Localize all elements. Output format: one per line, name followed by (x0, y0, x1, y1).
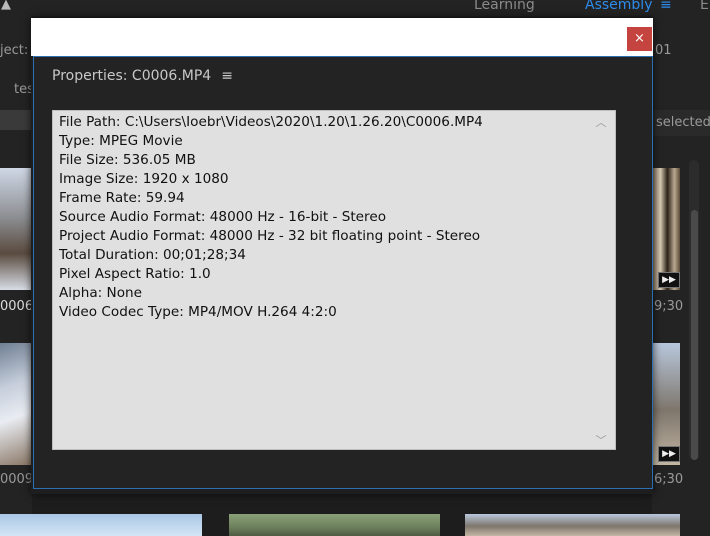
properties-dialog: × Properties: C0006.MP4 ≡ File Path: C:\… (31, 18, 653, 494)
property-video-codec: Video Codec Type: MP4/MOV H.264 4:2:0 (59, 304, 337, 320)
property-source-audio: Source Audio Format: 48000 Hz - 16-bit -… (59, 209, 387, 225)
clip-thumbnail[interactable] (0, 168, 32, 290)
property-alpha: Alpha: None (59, 285, 143, 301)
clip-duration: 9;30 (654, 299, 684, 314)
property-file-size: File Size: 536.05 MB (59, 152, 196, 168)
scroll-down-icon[interactable]: ﹀ (594, 432, 608, 447)
properties-list: File Path: C:\Users\Ioebr\Videos\2020\1.… (59, 113, 589, 322)
clip-thumbnail[interactable] (0, 343, 32, 465)
panel-header: Properties: C0006.MP4 ≡ (52, 67, 233, 85)
clip-name[interactable]: 0009 (0, 472, 33, 487)
counter-label: 01 (655, 43, 672, 58)
clip-thumbnail[interactable] (229, 514, 440, 536)
home-icon[interactable]: ▲ (1, 0, 11, 12)
tab-assembly[interactable]: Assembly (585, 0, 652, 13)
search-bar[interactable] (0, 110, 32, 130)
property-frame-rate: Frame Rate: 59.94 (59, 190, 185, 206)
audio-video-icon: ▶▶ (658, 446, 680, 462)
tab-learning[interactable]: Learning (474, 0, 535, 13)
audio-video-icon: ▶▶ (658, 272, 680, 288)
selected-label: selected (656, 115, 710, 130)
properties-text-area[interactable]: File Path: C:\Users\Ioebr\Videos\2020\1.… (52, 110, 616, 450)
workspace-bar: ▲ Learning Assembly ≡ E (0, 0, 710, 16)
clip-thumbnail[interactable] (465, 514, 680, 536)
hamburger-icon[interactable]: ≡ (660, 0, 672, 13)
panel-menu-icon[interactable]: ≡ (221, 68, 233, 84)
property-pixel-aspect: Pixel Aspect Ratio: 1.0 (59, 266, 211, 282)
close-button[interactable]: × (627, 27, 652, 51)
tab-editing[interactable]: E (700, 0, 709, 13)
property-image-size: Image Size: 1920 x 1080 (59, 171, 229, 187)
panel-title: Properties: C0006.MP4 (52, 68, 212, 84)
clip-duration: 6;30 (654, 472, 684, 487)
properties-panel: Properties: C0006.MP4 ≡ File Path: C:\Us… (33, 56, 653, 489)
property-file-path: File Path: C:\Users\Ioebr\Videos\2020\1.… (59, 114, 483, 130)
scrollbar-thumb[interactable] (691, 210, 698, 460)
scroll-up-icon[interactable]: ︿ (594, 114, 608, 129)
property-total-duration: Total Duration: 00;01;28;34 (59, 247, 246, 263)
clip-name[interactable]: 0006 (0, 299, 33, 314)
property-type: Type: MPEG Movie (59, 133, 183, 149)
dialog-titlebar[interactable]: × (31, 18, 653, 56)
property-project-audio: Project Audio Format: 48000 Hz - 32 bit … (59, 228, 481, 244)
clip-thumbnail[interactable] (0, 514, 202, 536)
